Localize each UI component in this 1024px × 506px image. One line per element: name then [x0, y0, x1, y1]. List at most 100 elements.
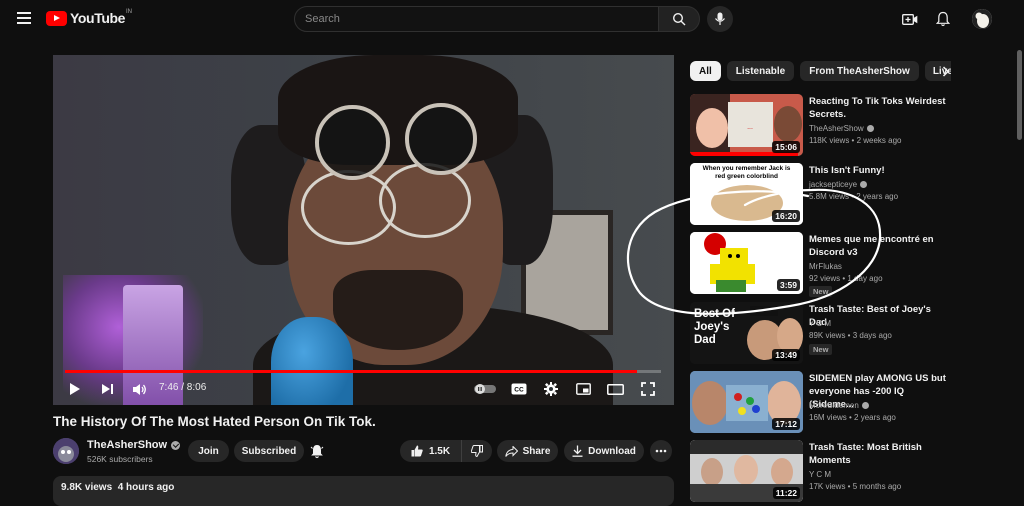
recommendation-item[interactable]: Best Of Joey's Dad 13:49 Trash Taste: Be…: [690, 302, 950, 366]
page-scrollbar[interactable]: [1015, 40, 1024, 495]
mute-button[interactable]: [129, 379, 149, 399]
dislike-button[interactable]: [462, 440, 492, 462]
notification-bell-button[interactable]: [307, 441, 327, 461]
video-thumbnail[interactable]: 11:22: [690, 440, 803, 502]
video-duration: 11:22: [772, 487, 800, 499]
theater-mode-button[interactable]: [605, 379, 625, 399]
masthead: YouTube IN: [0, 0, 1024, 40]
video-thumbnail[interactable]: When you remember Jack is red green colo…: [690, 163, 803, 225]
fullscreen-button[interactable]: [638, 379, 658, 399]
play-button[interactable]: [65, 379, 85, 399]
settings-button[interactable]: [541, 379, 561, 399]
verified-badge-icon: [861, 402, 869, 409]
share-label: Share: [522, 445, 551, 457]
recommendation-meta: 16M views • 2 years ago: [809, 413, 896, 422]
recommendation-channel: Y C M: [809, 470, 831, 479]
verified-badge-icon: [860, 181, 868, 188]
gear-icon: [544, 382, 558, 396]
logo-country-code: IN: [126, 9, 133, 15]
recommendation-meta: 17K views • 5 months ago: [809, 482, 902, 491]
channel-avatar-image: [53, 438, 79, 464]
channel-text: Y C M: [809, 319, 832, 328]
closed-captions-icon: CC: [511, 383, 527, 395]
video-frame-hair: [278, 55, 518, 165]
video-thumbnail[interactable]: ... 15:06: [690, 94, 803, 156]
verified-badge-icon: [171, 440, 181, 450]
recommendation-item[interactable]: 3:59 Memes que me encontré en Discord v3…: [690, 232, 950, 297]
fullscreen-icon: [641, 382, 655, 396]
recommendation-title: This Isn't Funny!: [809, 165, 885, 176]
chevron-right-icon: [942, 65, 950, 77]
description-box[interactable]: 9.8K views 4 hours ago: [53, 476, 674, 506]
video-thumbnail[interactable]: 17:12: [690, 371, 803, 433]
recommendation-title: Trash Taste: Most British Moments: [809, 442, 922, 466]
download-button[interactable]: Download: [564, 440, 644, 462]
notifications-button[interactable]: [934, 10, 952, 28]
captions-button[interactable]: CC: [509, 379, 529, 399]
channel-name[interactable]: TheAsherShow: [87, 439, 181, 451]
svg-text:...: ...: [747, 124, 753, 131]
channel-text: TheAsherShow: [809, 124, 864, 133]
thumbnail-caption: Best Of Joey's Dad: [694, 308, 735, 346]
video-player[interactable]: 7:46 / 8:06 CC: [53, 55, 674, 405]
subscribed-button[interactable]: Subscribed: [234, 440, 304, 462]
search-button[interactable]: [658, 6, 700, 32]
avatar-image: [972, 9, 992, 29]
recommendation-channel: jacksepticeye: [809, 180, 868, 189]
play-icon: [70, 383, 80, 395]
chips-next-button[interactable]: [938, 62, 954, 80]
search-box: [294, 6, 659, 32]
autoplay-toggle[interactable]: [473, 379, 497, 399]
like-button[interactable]: 1.5K: [400, 440, 462, 462]
recommendation-meta: 118K views • 2 weeks ago: [809, 136, 902, 145]
channel-text: Y C M: [809, 470, 832, 479]
youtube-play-logo-icon: [46, 10, 67, 26]
share-button[interactable]: Share: [497, 440, 558, 462]
verified-badge-icon: [866, 125, 874, 132]
channel-avatar[interactable]: [53, 438, 79, 464]
more-actions-button[interactable]: [650, 440, 672, 462]
create-button[interactable]: [901, 10, 919, 28]
search-icon: [672, 12, 686, 26]
volume-icon: [132, 383, 146, 395]
recommendation-channel: MrFlukas: [809, 262, 842, 271]
video-thumbnail[interactable]: Best Of Joey's Dad 13:49: [690, 302, 803, 364]
video-frame-sunglasses: [405, 103, 477, 175]
logo-text: YouTube: [70, 10, 126, 26]
recommendation-item[interactable]: 11:22 Trash Taste: Most British Moments …: [690, 440, 950, 504]
video-add-icon: [902, 13, 918, 25]
new-badge: New: [809, 286, 833, 297]
chip-all[interactable]: All: [690, 61, 721, 81]
video-duration: 16:20: [772, 210, 800, 222]
chip-from-channel[interactable]: From TheAsherShow: [800, 61, 919, 81]
bell-filled-icon: [310, 444, 324, 458]
video-duration: 17:12: [772, 418, 800, 430]
microphone-icon: [715, 12, 725, 25]
player-controls: 7:46 / 8:06 CC: [53, 373, 674, 405]
join-button[interactable]: Join: [188, 440, 229, 462]
youtube-logo[interactable]: YouTube IN: [46, 9, 133, 26]
thumbs-down-icon: [471, 445, 483, 457]
miniplayer-icon: [575, 383, 591, 395]
voice-search-button[interactable]: [707, 6, 733, 32]
miniplayer-button[interactable]: [573, 379, 593, 399]
video-duration: 13:49: [772, 349, 800, 361]
menu-icon[interactable]: [17, 12, 31, 24]
recommendation-item[interactable]: ... 15:06 Reacting To Tik Toks Weirdest …: [690, 94, 950, 158]
recommendation-channel: MoreSidemen: [809, 401, 869, 410]
recommendation-item[interactable]: When you remember Jack is red green colo…: [690, 163, 950, 227]
recommendation-channel: TheAsherShow: [809, 124, 874, 133]
time-display: 7:46 / 8:06: [159, 382, 207, 393]
search-input[interactable]: [295, 7, 658, 31]
chip-listenable[interactable]: Listenable: [726, 61, 795, 81]
video-thumbnail[interactable]: 3:59: [690, 232, 803, 294]
scrollbar-thumb[interactable]: [1017, 50, 1022, 140]
recommendation-meta: 92 views • 1 day ago: [809, 274, 883, 283]
account-avatar[interactable]: [972, 9, 992, 29]
recommendation-item[interactable]: 17:12 SIDEMEN play AMONG US but everyone…: [690, 371, 950, 435]
video-frame-beard: [333, 270, 463, 350]
video-frame-glasses: [379, 163, 471, 238]
next-button[interactable]: [97, 379, 117, 399]
share-icon: [504, 445, 518, 457]
recommendation-meta: 89K views • 3 days ago: [809, 331, 892, 340]
